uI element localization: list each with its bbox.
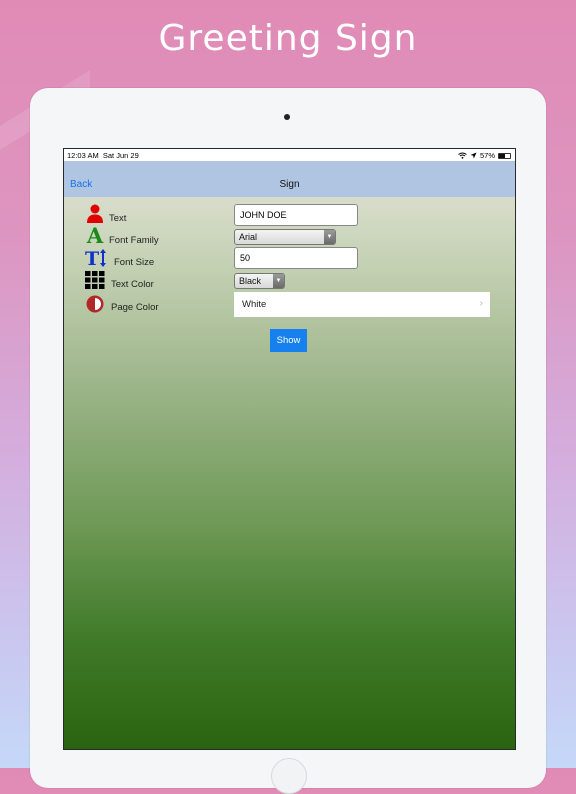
page-color-selector[interactable]: White › <box>234 292 490 317</box>
text-label: Text <box>109 213 127 224</box>
status-bar: 12:03 AM Sat Jun 29 57% <box>64 149 515 161</box>
text-color-label: Text Color <box>111 279 154 290</box>
font-size-label: Font Size <box>114 257 155 268</box>
person-icon <box>85 204 105 224</box>
svg-text:T: T <box>85 248 99 268</box>
status-time-text: 12:03 AM <box>67 151 99 160</box>
marketing-title: Greeting Sign <box>158 18 418 59</box>
status-time: 12:03 AM Sat Jun 29 <box>67 151 139 160</box>
letter-a-icon: A <box>86 223 104 248</box>
text-color-value: Black <box>239 276 262 286</box>
wifi-icon <box>458 152 467 159</box>
font-size-input[interactable] <box>234 247 358 269</box>
home-button[interactable] <box>271 758 307 794</box>
navigation-bar: Sign Back <box>64 161 515 197</box>
text-color-select[interactable]: Black ▼ <box>234 273 285 289</box>
dropdown-arrow-icon: ▼ <box>324 230 335 244</box>
font-family-value: Arial <box>239 232 258 242</box>
text-input[interactable] <box>234 204 358 226</box>
font-family-select[interactable]: Arial ▼ <box>234 229 336 245</box>
text-size-icon: T <box>85 248 109 268</box>
status-date-text: Sat Jun 29 <box>102 151 139 160</box>
location-arrow-icon <box>470 152 477 159</box>
grid-icon <box>85 270 105 290</box>
page-color-value: White <box>242 299 267 310</box>
half-circle-icon <box>85 294 105 314</box>
battery-percent: 57% <box>479 151 495 160</box>
status-right: 57% <box>458 151 511 160</box>
app-screen: 12:03 AM Sat Jun 29 57% Sign Back Text J… <box>63 148 516 750</box>
battery-icon <box>498 152 511 159</box>
camera-dot <box>284 114 290 120</box>
chevron-right-icon: › <box>479 298 483 309</box>
back-button[interactable]: Back <box>70 179 92 190</box>
battery-fill <box>499 153 506 158</box>
font-family-label: Font Family <box>109 235 159 246</box>
page-color-label: Page Color <box>111 302 159 313</box>
nav-title: Sign <box>279 179 300 190</box>
dropdown-arrow-icon: ▼ <box>273 274 284 288</box>
show-button[interactable]: Show <box>270 329 307 352</box>
